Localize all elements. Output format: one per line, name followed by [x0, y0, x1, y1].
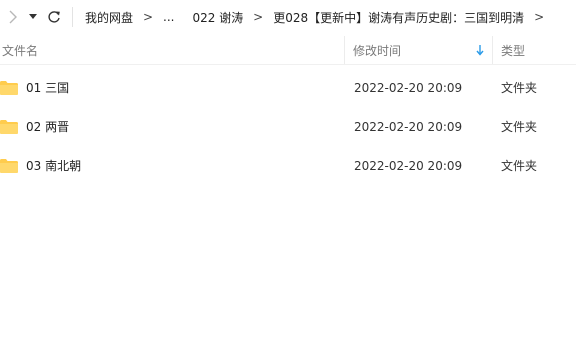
file-date: 2022-02-20 20:09: [354, 158, 463, 173]
file-name-cell: 02 两晋: [0, 118, 345, 135]
folder-icon: [0, 158, 18, 173]
breadcrumb-item-ellipsis[interactable]: ...: [161, 10, 176, 24]
caret-down-icon: [29, 14, 37, 19]
column-header-name-label: 文件名: [2, 43, 39, 58]
column-header-date-label: 修改时间: [353, 43, 402, 58]
file-row[interactable]: 01 三国 2022-02-20 20:09 文件夹: [0, 68, 576, 107]
breadcrumb-item-root[interactable]: 我的网盘: [83, 9, 135, 26]
sort-down-arrow-icon: [476, 44, 484, 56]
forward-button[interactable]: [2, 0, 24, 34]
file-date: 2022-02-20 20:09: [354, 80, 463, 95]
file-type: 文件夹: [501, 81, 538, 95]
file-row[interactable]: 02 两晋 2022-02-20 20:09 文件夹: [0, 107, 576, 146]
breadcrumb-separator: >: [534, 10, 545, 24]
breadcrumb-separator: >: [142, 10, 154, 24]
folder-icon: [0, 119, 18, 134]
column-header-type[interactable]: 类型: [493, 36, 576, 64]
folder-icon: [0, 80, 18, 95]
file-name: 02 两晋: [26, 120, 70, 134]
breadcrumb: 我的网盘 > ... 022 谢涛 > 更028【更新中】谢涛有声历史剧：三国到…: [83, 0, 552, 34]
file-name: 03 南北朝: [26, 159, 82, 173]
column-header-date[interactable]: 修改时间: [345, 36, 493, 64]
column-header-name[interactable]: 文件名: [0, 36, 345, 64]
column-header-row: 文件名 修改时间 类型: [0, 36, 576, 65]
breadcrumb-separator: >: [253, 10, 264, 24]
chevron-right-icon: [9, 10, 17, 24]
address-bar: 我的网盘 > ... 022 谢涛 > 更028【更新中】谢涛有声历史剧：三国到…: [0, 0, 576, 34]
breadcrumb-item-folder[interactable]: 022 谢涛: [190, 9, 245, 26]
column-header-type-label: 类型: [501, 43, 526, 58]
file-name: 01 三国: [26, 81, 70, 95]
refresh-icon: [48, 11, 60, 23]
file-row[interactable]: 03 南北朝 2022-02-20 20:09 文件夹: [0, 146, 576, 185]
file-type: 文件夹: [501, 120, 538, 134]
file-name-cell: 03 南北朝: [0, 157, 345, 174]
breadcrumb-item-current[interactable]: 更028【更新中】谢涛有声历史剧：三国到明清: [271, 9, 526, 26]
address-divider: [72, 7, 73, 27]
file-browser-window: 我的网盘 > ... 022 谢涛 > 更028【更新中】谢涛有声历史剧：三国到…: [0, 0, 576, 356]
file-name-cell: 01 三国: [0, 79, 345, 96]
file-date: 2022-02-20 20:09: [354, 119, 463, 134]
history-dropdown-button[interactable]: [24, 0, 42, 34]
refresh-button[interactable]: [42, 0, 66, 34]
file-type: 文件夹: [501, 159, 538, 173]
file-list: 01 三国 2022-02-20 20:09 文件夹 02 两晋 2022-02…: [0, 68, 576, 185]
